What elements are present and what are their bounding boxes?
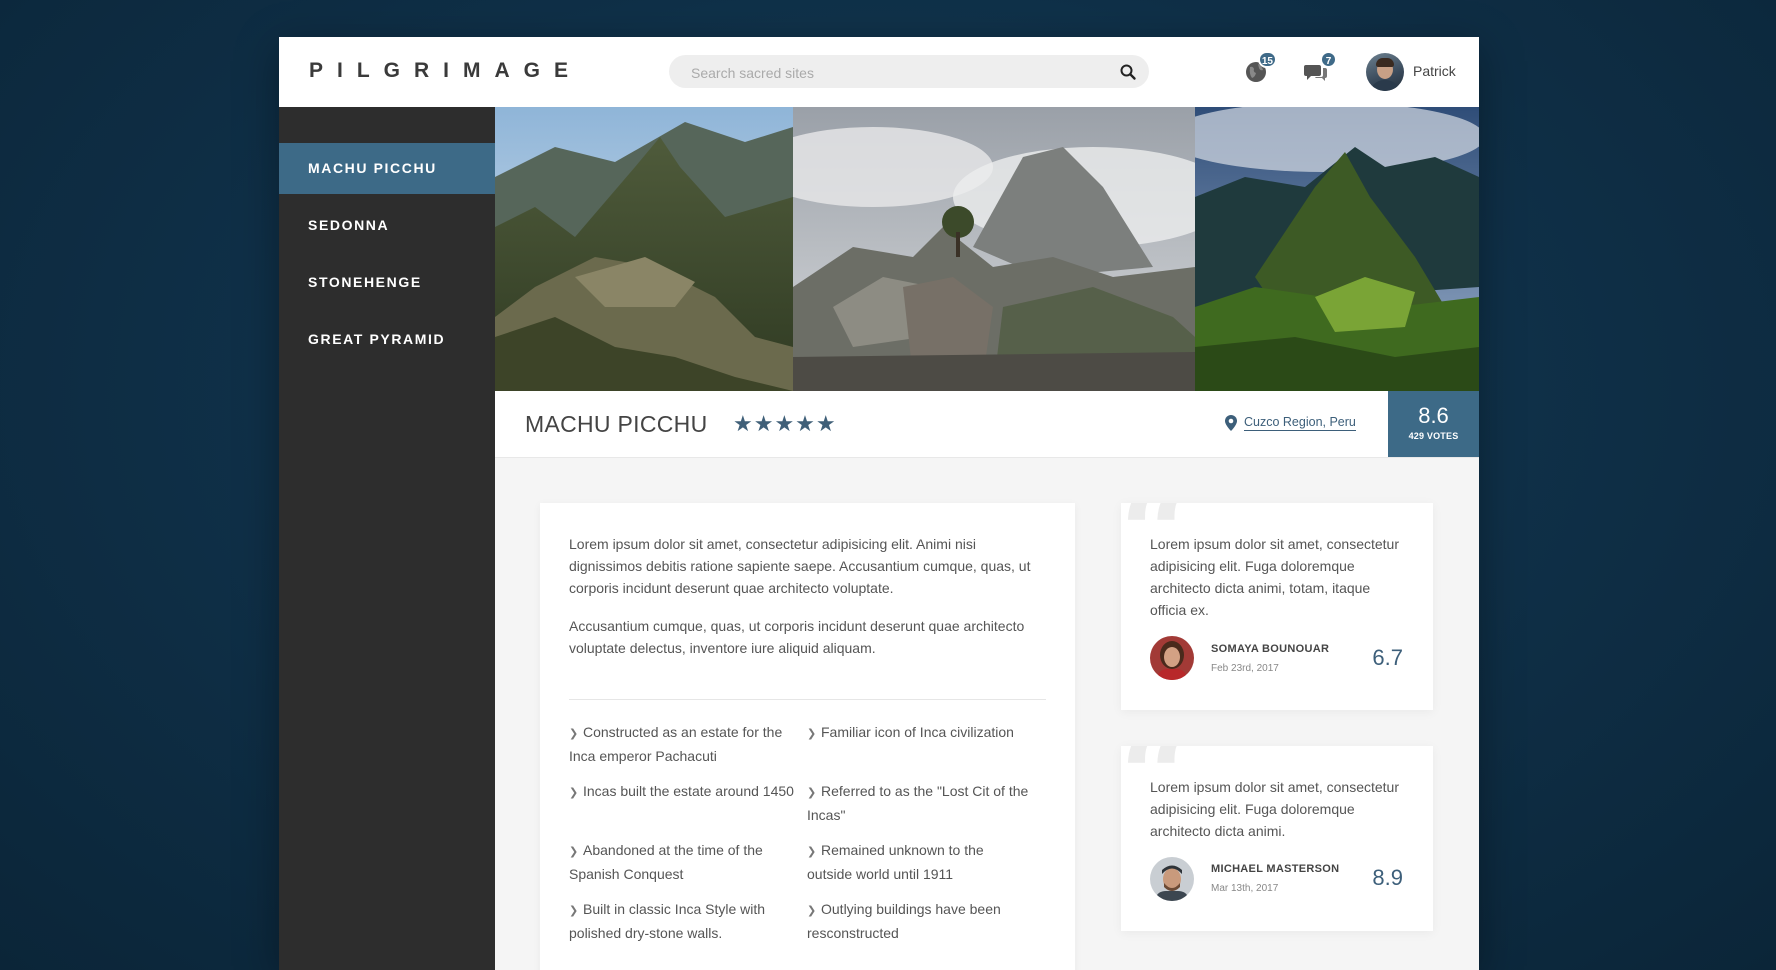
logo[interactable]: PILGRIMAGE — [309, 59, 582, 83]
description-card: Lorem ipsum dolor sit amet, consectetur … — [540, 503, 1075, 970]
globe-notifications-button[interactable]: 15 — [1241, 51, 1277, 87]
avatar — [1366, 53, 1404, 91]
gallery-photo-2[interactable] — [793, 107, 1195, 391]
location-text: Cuzco Region, Peru — [1244, 415, 1356, 431]
sidebar-item-sedonna[interactable]: SEDONNA — [279, 200, 495, 251]
review-score: 8.9 — [1372, 865, 1403, 890]
chevron-right-icon: ❯ — [807, 846, 817, 858]
divider — [569, 699, 1046, 700]
fact-item: ❯ Constructed as an estate for the Inca e… — [569, 724, 783, 764]
fact-item: ❯ Built in classic Inca Style with polish… — [569, 901, 766, 941]
search-icon[interactable] — [1119, 63, 1137, 81]
review-card: “ Lorem ipsum dolor sit amet, consectetu… — [1121, 746, 1433, 931]
gallery-photo-3[interactable] — [1195, 107, 1479, 391]
gallery-photo-1[interactable] — [495, 107, 793, 391]
page-title: MACHU PICCHU — [525, 411, 708, 437]
vote-count: 429 VOTES — [1408, 431, 1459, 441]
photo-gallery — [495, 107, 1479, 391]
sidebar-item-stonehenge[interactable]: STONEHENGE — [279, 257, 495, 308]
map-pin-icon — [1225, 415, 1237, 431]
chevron-right-icon: ❯ — [807, 728, 817, 740]
fact-item: ❯ Outlying buildings have been resconstru… — [807, 901, 1001, 941]
sidebar-item-machu-picchu[interactable]: MACHU PICCHU — [279, 143, 495, 194]
chevron-right-icon: ❯ — [569, 846, 579, 858]
site-title-bar: MACHU PICCHU ★★★★★ Cuzco Region, Peru 8.… — [495, 391, 1479, 458]
search-bar — [669, 55, 1149, 90]
fact-item: ❯ Familiar icon of Inca civilization — [807, 721, 1032, 745]
reviewer-avatar[interactable] — [1150, 857, 1194, 901]
chevron-right-icon: ❯ — [807, 905, 817, 917]
star-rating: ★★★★★ — [733, 411, 837, 436]
app-window: PILGRIMAGE 15 — [279, 37, 1479, 970]
review-score: 6.7 — [1372, 645, 1403, 670]
chat-notifications-button[interactable]: 7 — [1301, 51, 1337, 87]
description-paragraph: Lorem ipsum dolor sit amet, consectetur … — [569, 536, 1031, 596]
site-score: 8.6 — [1418, 403, 1449, 428]
chevron-right-icon: ❯ — [569, 787, 579, 799]
top-bar: PILGRIMAGE 15 — [279, 37, 1479, 107]
user-name: Patrick — [1413, 63, 1456, 79]
description-paragraph: Accusantium cumque, quas, ut corporis in… — [569, 618, 1025, 656]
fact-item: ❯ Remained unknown to the outside world u… — [807, 842, 984, 882]
review-date: Feb 23rd, 2017 — [1211, 663, 1279, 674]
sidebar: MACHU PICCHU SEDONNA STONEHENGE GREAT PY… — [279, 107, 495, 970]
reviewer-name: SOMAYA BOUNOUAR — [1211, 643, 1330, 655]
score-badge: 8.6 429 VOTES — [1388, 391, 1479, 457]
chevron-right-icon: ❯ — [569, 905, 579, 917]
review-text: Lorem ipsum dolor sit amet, consectetur … — [1150, 779, 1399, 839]
review-date: Mar 13th, 2017 — [1211, 883, 1279, 894]
chevron-right-icon: ❯ — [807, 787, 817, 799]
search-input[interactable] — [689, 55, 1093, 90]
fact-item: ❯ Referred to as the "Lost Cit of the Inc… — [807, 783, 1029, 823]
chat-notification-count: 7 — [1320, 51, 1337, 68]
reviewer-name: MICHAEL MASTERSON — [1211, 863, 1340, 875]
fact-item: ❯ Incas built the estate around 1450 — [569, 780, 794, 804]
fact-item: ❯ Abandoned at the time of the Spanish Co… — [569, 842, 763, 882]
globe-notification-count: 15 — [1257, 51, 1277, 68]
sidebar-item-great-pyramid[interactable]: GREAT PYRAMID — [279, 314, 495, 365]
review-text: Lorem ipsum dolor sit amet, consectetur … — [1150, 536, 1399, 618]
chevron-right-icon: ❯ — [569, 728, 579, 740]
sidebar-nav: MACHU PICCHU SEDONNA STONEHENGE GREAT PY… — [279, 143, 495, 371]
reviewer-avatar[interactable] — [1150, 636, 1194, 680]
review-card: “ Lorem ipsum dolor sit amet, consectetu… — [1121, 503, 1433, 710]
